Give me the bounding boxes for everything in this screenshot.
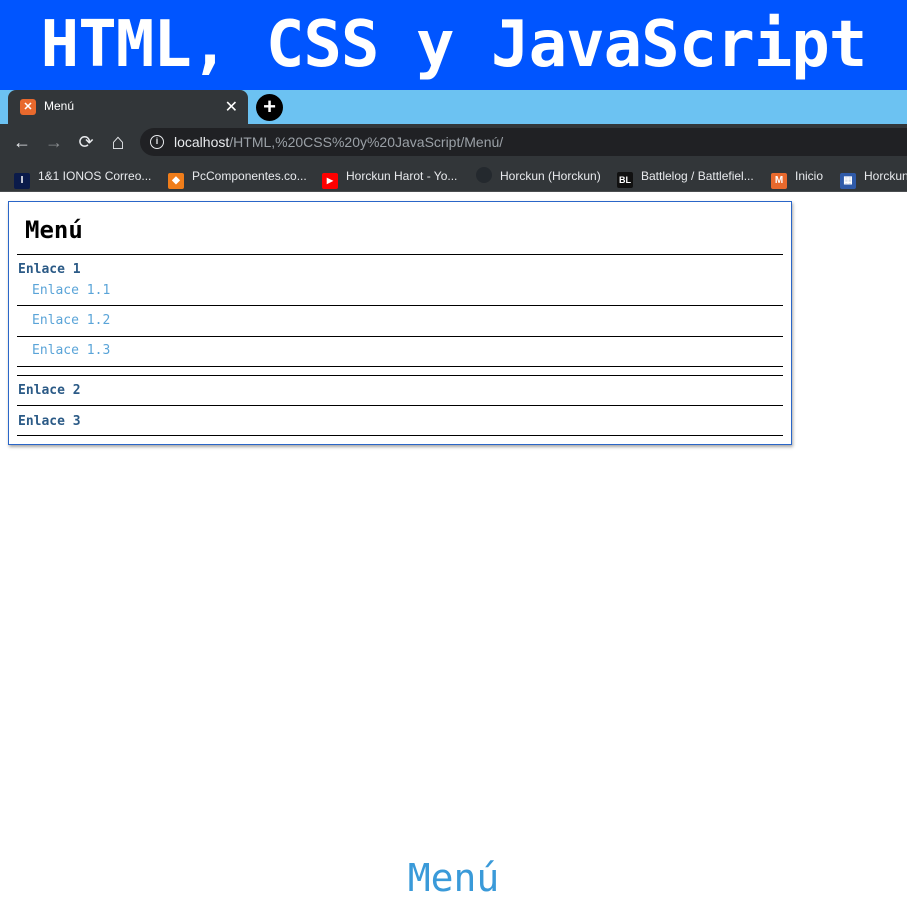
bookmark-item[interactable]: Horckun (Horckun) xyxy=(476,166,601,186)
menu-container: Menú Enlace 1 Enlace 1.1 Enlace 1.2 Enla… xyxy=(8,201,792,445)
bookmark-label: Battlelog / Battlefiel... xyxy=(641,169,754,183)
bookmark-label: Horckun Harot - Yo... xyxy=(346,169,458,183)
new-tab-button[interactable]: + xyxy=(256,94,283,121)
youtube-icon: ▶ xyxy=(322,173,338,189)
bookmark-item[interactable]: I 1&1 IONOS Correo... xyxy=(14,166,152,189)
bookmarks-bar: I 1&1 IONOS Correo... ◆ PcComponentes.co..… xyxy=(0,160,907,192)
bookmark-item[interactable]: ▦ Horckun xyxy=(840,166,907,189)
address-bar[interactable]: i localhost/HTML,%20CSS%20y%20JavaScript… xyxy=(140,128,907,156)
github-icon xyxy=(476,167,492,183)
battlelog-icon: BL xyxy=(617,172,633,188)
bookmark-label: Inicio xyxy=(795,169,824,183)
tab-strip: ✕ Menú ✕ + xyxy=(0,90,907,124)
home-icon[interactable]: ⌂ xyxy=(106,130,130,154)
divider xyxy=(17,305,783,306)
address-host: localhost xyxy=(174,134,230,150)
back-icon[interactable]: ← xyxy=(10,130,34,154)
bookmark-item[interactable]: BL Battlelog / Battlefiel... xyxy=(617,166,754,188)
menu-link-enlace-1-2[interactable]: Enlace 1.2 xyxy=(32,313,110,328)
banner-title: HTML, CSS y JavaScript xyxy=(0,0,907,90)
menu-link-enlace-2[interactable]: Enlace 2 xyxy=(18,383,81,398)
divider xyxy=(17,254,783,255)
menu-link-enlace-1-3[interactable]: Enlace 1.3 xyxy=(32,343,110,358)
caption-title: Menú xyxy=(407,856,500,900)
address-url: localhost/HTML,%20CSS%20y%20JavaScript/M… xyxy=(174,128,503,156)
close-tab-icon[interactable]: ✕ xyxy=(225,97,238,117)
divider xyxy=(17,375,783,376)
bookmark-label: PcComponentes.co... xyxy=(192,169,307,183)
grid-icon: ▦ xyxy=(840,173,856,189)
menu-link-enlace-1-1[interactable]: Enlace 1.1 xyxy=(32,283,110,298)
divider xyxy=(17,405,783,406)
browser-toolbar: ← → ⟳ ⌂ i localhost/HTML,%20CSS%20y%20Ja… xyxy=(0,124,907,160)
xampp-icon: ✕ xyxy=(20,99,36,115)
inicio-icon: M xyxy=(771,173,787,189)
bookmark-item[interactable]: ◆ PcComponentes.co... xyxy=(168,166,307,189)
divider xyxy=(17,366,783,367)
menu-title: Menú xyxy=(25,216,83,244)
ionos-icon: I xyxy=(14,173,30,189)
tab-title: Menú xyxy=(44,99,75,113)
bookmark-label: 1&1 IONOS Correo... xyxy=(38,169,152,183)
bookmark-label: Horckun (Horckun) xyxy=(500,169,601,183)
pccomponentes-icon: ◆ xyxy=(168,173,184,189)
divider xyxy=(17,336,783,337)
bookmark-item[interactable]: ▶ Horckun Harot - Yo... xyxy=(322,166,458,189)
address-path: /HTML,%20CSS%20y%20JavaScript/Menú/ xyxy=(229,134,504,150)
browser-tab[interactable]: ✕ Menú ✕ xyxy=(8,90,248,124)
forward-icon[interactable]: → xyxy=(42,130,66,154)
bookmark-item[interactable]: M Inicio xyxy=(771,166,824,189)
bookmark-label: Horckun xyxy=(864,169,907,183)
menu-link-enlace-3[interactable]: Enlace 3 xyxy=(18,414,81,429)
info-icon[interactable]: i xyxy=(150,135,164,149)
reload-icon[interactable]: ⟳ xyxy=(74,130,98,154)
menu-link-enlace-1[interactable]: Enlace 1 xyxy=(18,262,81,277)
divider xyxy=(17,435,783,436)
